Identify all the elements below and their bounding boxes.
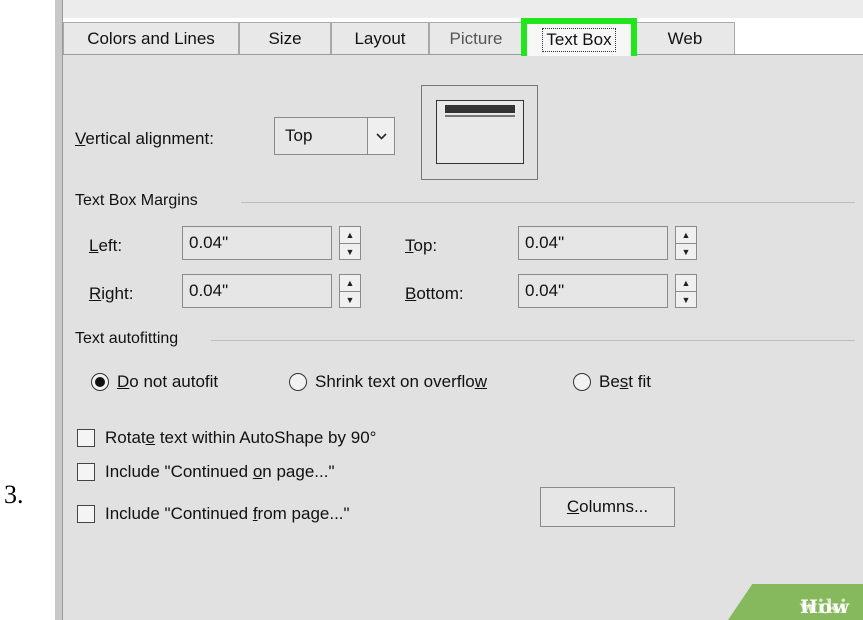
bottom-margin-field[interactable]: 0.04"	[518, 274, 668, 308]
preview-text-line	[445, 115, 515, 117]
bottom-margin-spinner[interactable]: ▲ ▼	[675, 274, 697, 308]
autofit-group-divider	[211, 340, 855, 341]
wikihow-watermark: wiki How	[728, 584, 863, 620]
checkbox-continued-on-page[interactable]	[77, 463, 95, 481]
margins-group-label: Text Box Margins	[75, 192, 198, 209]
tab-panel-text-box: Vertical alignment: Top Text Box Margins…	[63, 54, 863, 620]
autofit-group-label: Text autofitting	[75, 330, 179, 347]
tab-web[interactable]: Web	[635, 22, 735, 54]
radio-shrink-on-overflow[interactable]	[289, 373, 307, 391]
dialog-frame-edge	[55, 0, 63, 620]
alignment-preview	[421, 85, 538, 180]
right-margin-field[interactable]: 0.04"	[182, 274, 332, 308]
checkbox-rotate-text[interactable]	[77, 429, 95, 447]
top-margin-field[interactable]: 0.04"	[518, 226, 668, 260]
tab-colors-and-lines[interactable]: Colors and Lines	[63, 22, 239, 54]
spin-up-icon[interactable]: ▲	[340, 275, 360, 292]
columns-button[interactable]: Columns...	[540, 487, 675, 527]
shrink-on-overflow-label[interactable]: Shrink text on overflow	[315, 372, 487, 392]
left-margin-label: Left:	[89, 236, 123, 255]
checkbox-continued-from-page[interactable]	[77, 505, 95, 523]
best-fit-label[interactable]: Best fit	[599, 372, 651, 392]
vertical-alignment-label: Vertical alignment:	[75, 129, 214, 148]
radio-best-fit[interactable]	[573, 373, 591, 391]
vertical-alignment-value: Top	[285, 126, 313, 145]
right-margin-spinner[interactable]: ▲ ▼	[339, 274, 361, 308]
dialog-top-strip	[63, 0, 863, 18]
spin-up-icon[interactable]: ▲	[340, 227, 360, 244]
bottom-margin-label: Bottom:	[405, 284, 464, 303]
step-number: 3.	[4, 480, 24, 509]
spin-down-icon[interactable]: ▼	[676, 244, 696, 260]
left-margin-spinner[interactable]: ▲ ▼	[339, 226, 361, 260]
vertical-alignment-select[interactable]: Top	[274, 117, 395, 155]
tab-text-box[interactable]: Text Box	[521, 18, 637, 56]
chevron-down-icon[interactable]	[367, 118, 394, 154]
tab-picture[interactable]: Picture	[429, 22, 523, 54]
spin-up-icon[interactable]: ▲	[676, 227, 696, 244]
format-text-box-dialog: Vertical alignment: Top Text Box Margins…	[55, 0, 863, 620]
spin-down-icon[interactable]: ▼	[340, 292, 360, 308]
tab-size[interactable]: Size	[239, 22, 331, 54]
continued-from-page-label[interactable]: Include "Continued from page..."	[105, 504, 350, 524]
spin-down-icon[interactable]: ▼	[340, 244, 360, 260]
tab-text-box-label: Text Box	[542, 28, 616, 52]
margins-group-divider	[241, 202, 855, 203]
top-margin-label: Top:	[405, 236, 438, 255]
left-margin-field[interactable]: 0.04"	[182, 226, 332, 260]
right-margin-label: Right:	[89, 284, 134, 303]
preview-text-bar	[445, 105, 515, 113]
top-margin-spinner[interactable]: ▲ ▼	[675, 226, 697, 260]
continued-on-page-label[interactable]: Include "Continued on page..."	[105, 462, 334, 482]
spin-up-icon[interactable]: ▲	[676, 275, 696, 292]
tab-layout[interactable]: Layout	[331, 22, 429, 54]
rotate-text-label[interactable]: Rotate text within AutoShape by 90°	[105, 428, 376, 448]
preview-box	[436, 100, 524, 164]
spin-down-icon[interactable]: ▼	[676, 292, 696, 308]
do-not-autofit-label[interactable]: Do not autofit	[117, 372, 218, 392]
radio-do-not-autofit[interactable]	[91, 373, 109, 391]
